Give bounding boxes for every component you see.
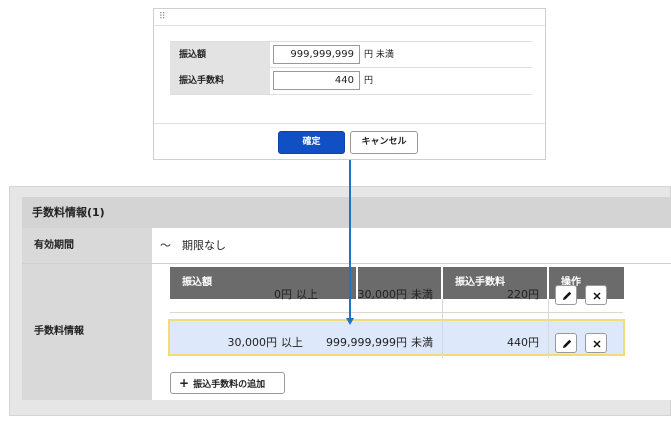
- transfer-amount-row: 振込額 円 未満: [170, 41, 532, 68]
- pencil-icon: [563, 339, 572, 348]
- pencil-icon: [563, 291, 572, 300]
- fee-info-panel: 手数料情報(1) 有効期間 ～ 期限なし 手数料情報 振込額 振込手数料 操作 …: [9, 186, 671, 416]
- row2-from-amount: 30,000円: [227, 336, 278, 349]
- add-transfer-fee-label: 振込手数料の追加: [193, 380, 266, 390]
- valid-period-label: 有効期間: [22, 228, 152, 263]
- panel-title: 手数料情報(1): [22, 197, 671, 228]
- connector-line: [349, 160, 351, 323]
- drag-handle-icon[interactable]: ⠿: [159, 12, 166, 22]
- row1-fee: 220円: [507, 288, 539, 301]
- panel-body: 有効期間 ～ 期限なし 手数料情報 振込額 振込手数料 操作 0円 以上 30,…: [22, 228, 671, 400]
- dialog-header-divider: [154, 25, 545, 26]
- transfer-fee-unit: 円: [364, 76, 374, 86]
- close-icon: [593, 340, 601, 348]
- transfer-fee-input[interactable]: [273, 71, 360, 90]
- row2-delete-button[interactable]: [585, 333, 607, 353]
- confirm-button[interactable]: 確定: [278, 131, 345, 154]
- close-icon: [593, 292, 601, 300]
- row1-delete-button[interactable]: [585, 285, 607, 305]
- row2-to-suffix: 未満: [411, 336, 433, 349]
- plus-icon: +: [179, 376, 190, 390]
- row1-from-suffix: 以上: [296, 288, 318, 301]
- row2-edit-button[interactable]: [555, 333, 577, 353]
- cancel-button[interactable]: キャンセル: [350, 131, 418, 154]
- column-divider: [548, 299, 549, 358]
- table-row-divider: [170, 312, 623, 313]
- dialog-footer-divider: [154, 123, 545, 124]
- transfer-amount-input[interactable]: [273, 45, 360, 64]
- row1-to-suffix: 未満: [411, 288, 433, 301]
- valid-period-value: ～ 期限なし: [160, 239, 226, 252]
- row2-fee: 440円: [507, 336, 539, 349]
- row1-from-amount: 0円: [274, 288, 292, 301]
- transfer-fee-label: 振込手数料: [170, 68, 270, 94]
- row1-edit-button[interactable]: [555, 285, 577, 305]
- transfer-amount-label: 振込額: [170, 42, 270, 68]
- fee-info-label: 手数料情報: [22, 264, 152, 400]
- transfer-amount-unit: 円 未満: [364, 50, 394, 60]
- row1-to-amount: 30,000円: [357, 288, 408, 301]
- page: ⠿ 振込額 円 未満 振込手数料 円 確定 キャンセル 手数料情報(1) 有効期…: [0, 0, 671, 422]
- column-divider: [442, 299, 443, 358]
- fee-edit-dialog: ⠿ 振込額 円 未満 振込手数料 円 確定 キャンセル: [153, 8, 546, 160]
- add-transfer-fee-button[interactable]: + 振込手数料の追加: [170, 372, 285, 394]
- transfer-fee-row: 振込手数料 円: [170, 68, 532, 95]
- row2-to-amount: 999,999,999円: [326, 336, 407, 349]
- arrow-down-icon: [346, 318, 354, 325]
